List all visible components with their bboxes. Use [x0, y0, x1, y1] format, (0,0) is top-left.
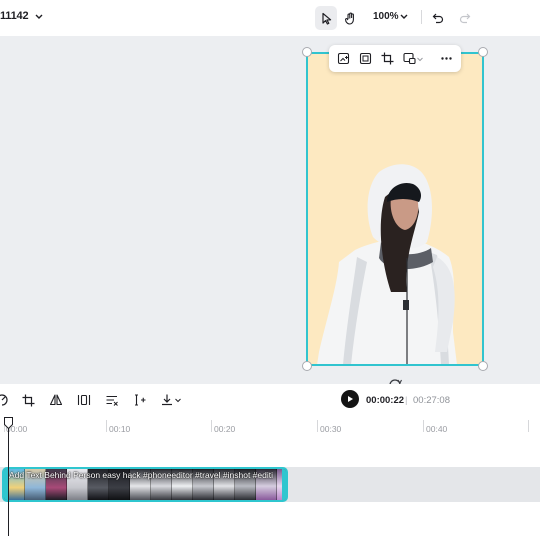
fit-frame-button[interactable]	[356, 50, 374, 67]
crop-button[interactable]	[378, 50, 396, 67]
speed-icon	[0, 394, 8, 406]
ruler-tick	[317, 420, 318, 432]
playhead-handle[interactable]	[4, 417, 13, 429]
chevron-down-icon	[417, 57, 423, 61]
adjust-icon	[106, 395, 118, 406]
ruler-tick	[211, 420, 212, 432]
project-name[interactable]: 11142	[0, 10, 29, 22]
ruler-tick	[423, 420, 424, 432]
select-tool-button[interactable]	[315, 6, 337, 30]
remove-background-icon	[337, 52, 349, 65]
current-time: 00:00:22	[366, 395, 405, 406]
timeline-ruler[interactable]	[0, 416, 540, 438]
ruler-label: 00:30	[320, 424, 342, 434]
top-bar: 11142 100%	[0, 0, 540, 36]
resize-handle-top-left[interactable]	[302, 47, 312, 57]
time-separator: |	[405, 395, 408, 406]
ruler-label: 00:40	[426, 424, 448, 434]
download-options-dropdown[interactable]	[173, 392, 183, 408]
hand-icon	[344, 12, 354, 25]
crop-icon	[22, 394, 34, 406]
video-clip[interactable]: Add Text Behind Person easy hack #phonee…	[2, 467, 288, 502]
toolbar-divider	[421, 10, 422, 24]
split-icon	[77, 394, 91, 406]
rotate-icon[interactable]	[388, 376, 402, 384]
crop-icon	[381, 52, 393, 65]
more-icon	[440, 57, 452, 60]
freeze-button[interactable]	[132, 392, 148, 408]
resize-handle-bottom-left[interactable]	[302, 361, 312, 371]
chevron-down-icon[interactable]	[33, 10, 45, 24]
pointer-icon	[321, 12, 331, 25]
ruler-label: 00:20	[214, 424, 236, 434]
floating-toolbar	[329, 45, 461, 72]
total-duration: 00:27:08	[413, 395, 450, 406]
redo-icon	[459, 13, 471, 24]
fit-frame-icon	[359, 52, 371, 65]
crop-tool-button[interactable]	[20, 392, 36, 408]
play-button[interactable]	[341, 390, 359, 408]
flip-icon	[49, 394, 63, 406]
timeline-toolbar	[0, 384, 540, 416]
speed-button[interactable]	[0, 392, 10, 408]
split-button[interactable]	[76, 392, 92, 408]
resize-handle-bottom-right[interactable]	[478, 361, 488, 371]
freeze-icon	[135, 394, 146, 406]
flip-button[interactable]	[48, 392, 64, 408]
media-options-dropdown[interactable]	[415, 50, 425, 67]
chevron-down-icon	[175, 398, 181, 403]
clip-trim-handle-right[interactable]	[282, 469, 286, 500]
play-icon	[348, 396, 353, 402]
adjust-button[interactable]	[104, 392, 120, 408]
playhead-line	[8, 425, 9, 536]
undo-button[interactable]	[429, 6, 447, 30]
chevron-down-icon[interactable]	[398, 10, 410, 24]
ruler-tick	[106, 420, 107, 432]
ruler-label: 00:10	[109, 424, 131, 434]
replace-media-icon	[402, 52, 416, 65]
remove-background-button[interactable]	[334, 50, 352, 67]
ruler-tick	[528, 420, 529, 432]
zoom-level[interactable]: 100%	[373, 11, 399, 22]
more-button[interactable]	[437, 50, 455, 67]
hand-tool-button[interactable]	[339, 6, 361, 30]
redo-button[interactable]	[456, 6, 474, 30]
resize-handle-top-right[interactable]	[478, 47, 488, 57]
clip-title: Add Text Behind Person easy hack #phonee…	[9, 470, 273, 480]
download-icon	[162, 394, 172, 406]
undo-icon	[432, 13, 444, 24]
selection-frame	[306, 52, 484, 366]
